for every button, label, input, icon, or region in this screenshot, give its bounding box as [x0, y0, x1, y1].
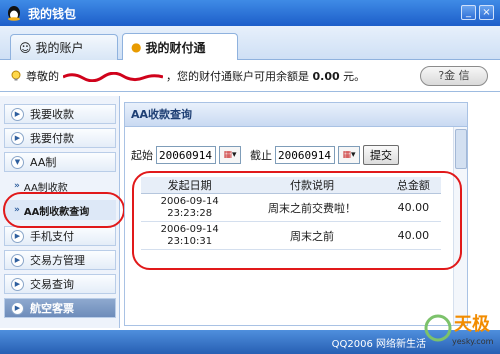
sidebar-item-label: AA制	[30, 156, 57, 169]
coin-icon: ●	[131, 40, 142, 54]
greeting-prefix: 尊敬的	[26, 69, 59, 83]
qq-penguin-icon	[8, 6, 20, 21]
status-text: QQ2006 网络新生活	[331, 338, 426, 350]
balance-unit: 元。	[343, 69, 366, 83]
start-label: 起始	[131, 149, 153, 162]
end-date-input[interactable]	[275, 146, 335, 164]
play-icon: ▶	[11, 253, 24, 267]
sidebar-item-label: 交易查询	[30, 278, 74, 291]
window-title: 我的钱包	[28, 6, 77, 21]
balance-message: 尊敬的 ，您的财付通账户可用余额是 0.00 元。	[26, 68, 365, 84]
sidebar-item-label: 交易方管理	[30, 254, 85, 267]
highlight-circle-sidebar	[3, 192, 125, 228]
play-icon: ▶	[11, 131, 24, 145]
yesky-watermark-logo: 天极 yesky.com	[424, 314, 494, 346]
play-icon: ▶	[11, 107, 24, 121]
play-icon: ▶	[11, 301, 24, 315]
redacted-name-scribble	[62, 71, 163, 82]
lightbulb-icon	[11, 70, 21, 80]
sidebar-item-label: 我要付款	[30, 132, 74, 145]
end-calendar-button[interactable]: ▦ ▾	[338, 146, 360, 164]
sidebar-item-air-ticket[interactable]: ▶ 航空客票	[4, 298, 116, 318]
svg-text:天极: 天极	[454, 314, 491, 335]
scrollbar-thumb[interactable]	[455, 129, 467, 169]
sidebar-item-trade-query[interactable]: ▶ 交易查询	[4, 274, 116, 294]
sidebar-item-trader-manage[interactable]: ▶ 交易方管理	[4, 250, 116, 270]
double-arrow-icon: »	[14, 181, 20, 191]
balance-amount: 0.00	[312, 69, 340, 83]
submit-button[interactable]: 提交	[363, 145, 399, 165]
play-icon: ▶	[11, 277, 24, 291]
sidebar-item-label: 手机支付	[30, 230, 74, 243]
svg-text:yesky.com: yesky.com	[452, 337, 494, 346]
sidebar-item-pay[interactable]: ▶ 我要付款	[4, 128, 116, 148]
start-date-input[interactable]	[156, 146, 216, 164]
tab-my-tenpay-label: 我的财付通	[145, 40, 206, 55]
tab-my-account-label: 我的账户	[35, 41, 84, 55]
info-bar: 尊敬的 ，您的财付通账户可用余额是 0.00 元。 ?金 信	[0, 60, 500, 92]
sidebar-item-mobile-pay[interactable]: ▶ 手机支付	[4, 226, 116, 246]
tab-my-tenpay[interactable]: ● 我的财付通	[122, 33, 238, 60]
calendar-icon: ▦	[342, 150, 351, 160]
date-filter-row: 起始 ▦▾ 截止 ▦▾ 提交	[131, 145, 399, 165]
end-label: 截止	[250, 149, 272, 162]
help-button[interactable]: ?金 信	[420, 66, 488, 86]
sidebar-item-label: 航空客票	[30, 302, 74, 315]
sidebar-item-aa[interactable]: ▼ AA制	[4, 152, 116, 172]
highlight-circle-results	[132, 171, 462, 270]
panel-title: AA收款查询	[125, 103, 467, 127]
sidebar-item-label: 我要收款	[30, 108, 74, 121]
tab-bar: ☺ 我的账户 ● 我的财付通	[0, 26, 500, 60]
smiley-icon: ☺	[19, 40, 32, 55]
chevron-down-icon: ▼	[11, 155, 24, 169]
close-button[interactable]: ×	[479, 5, 494, 20]
calendar-icon: ▦	[223, 150, 232, 160]
play-icon: ▶	[11, 229, 24, 243]
start-calendar-button[interactable]: ▦ ▾	[219, 146, 241, 164]
title-bar: 我的钱包 _ ×	[0, 0, 500, 26]
sidebar-item-receive[interactable]: ▶ 我要收款	[4, 104, 116, 124]
greeting-suffix: ，您的财付通账户可用余额是	[166, 69, 309, 83]
minimize-button[interactable]: _	[461, 5, 476, 20]
tab-my-account[interactable]: ☺ 我的账户	[10, 34, 118, 60]
